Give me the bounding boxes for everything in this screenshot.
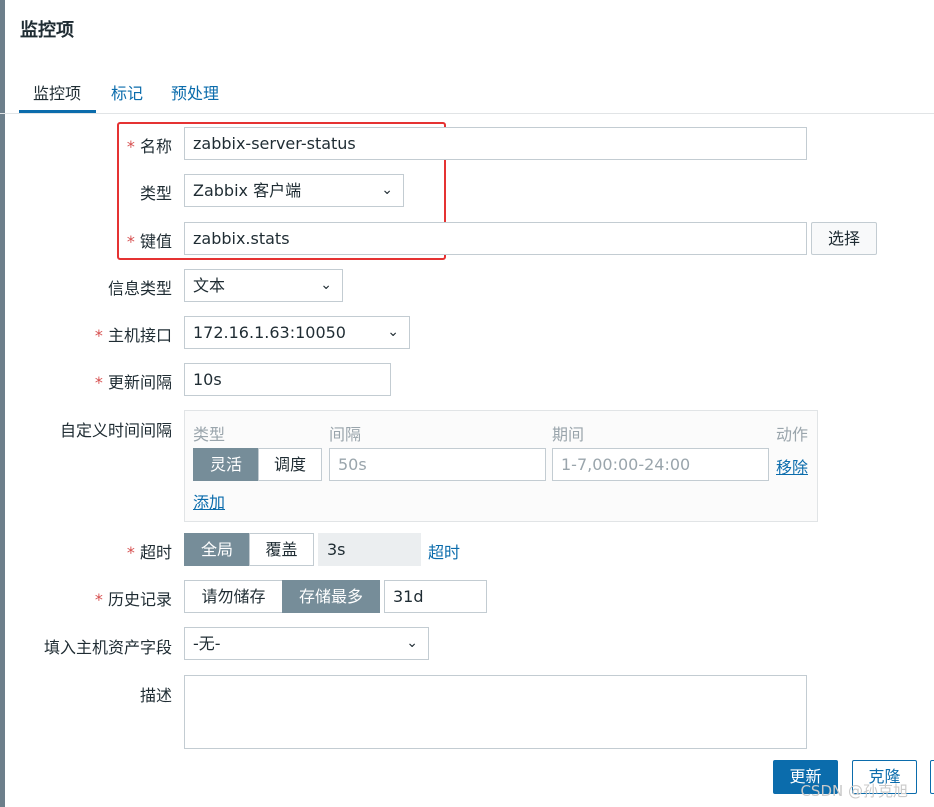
- chevron-down-icon: ⌄: [387, 324, 399, 340]
- timeout-override-toggle[interactable]: 覆盖: [249, 533, 314, 566]
- inventory-value: -无-: [193, 634, 221, 653]
- interval-input[interactable]: 50s: [329, 448, 546, 481]
- chevron-down-icon: ⌄: [320, 277, 332, 293]
- info-type-select[interactable]: 文本 ⌄: [184, 269, 343, 302]
- active-tab-indicator: [19, 110, 96, 113]
- more-button-partial[interactable]: [930, 760, 934, 794]
- name-input[interactable]: zabbix-server-status: [184, 127, 807, 160]
- type-label: 类型: [139, 184, 172, 203]
- timeout-link[interactable]: 超时: [428, 539, 460, 563]
- timeout-global-toggle[interactable]: 全局: [184, 533, 250, 566]
- header-action: 动作: [776, 425, 809, 444]
- info-type-value: 文本: [193, 276, 226, 295]
- inventory-label: 填入主机资产字段: [43, 638, 172, 657]
- custom-intervals-label: 自定义时间间隔: [59, 421, 172, 440]
- page-title: 监控项: [20, 20, 74, 41]
- header-interval: 间隔: [329, 425, 362, 444]
- history-value-input[interactable]: 31d: [384, 580, 487, 613]
- timeout-value-input[interactable]: 3s: [318, 533, 421, 566]
- tab-bar: 监控项 标记 预处理: [0, 68, 934, 114]
- history-do-not-store-toggle[interactable]: 请勿储存: [184, 580, 283, 613]
- left-edge-strip: [0, 0, 5, 807]
- key-label: 键值: [22, 228, 172, 252]
- update-interval-input[interactable]: 10s: [184, 363, 391, 396]
- chevron-down-icon: ⌄: [406, 635, 418, 651]
- host-interface-label: 主机接口: [22, 322, 172, 346]
- custom-intervals-table: 类型 间隔 期间 动作 灵活 调度 50s 1-7,00:00-24:00 移除…: [184, 410, 818, 522]
- update-interval-label: 更新间隔: [22, 369, 172, 393]
- history-label: 历史记录: [22, 586, 172, 610]
- watermark: CSDN @孙克旭: [800, 782, 908, 800]
- host-interface-select[interactable]: 172.16.1.63:10050 ⌄: [184, 316, 410, 349]
- type-select[interactable]: Zabbix 客户端 ⌄: [184, 174, 404, 207]
- add-interval-link[interactable]: 添加: [193, 489, 225, 513]
- flexible-toggle[interactable]: 灵活: [193, 448, 259, 481]
- period-input[interactable]: 1-7,00:00-24:00: [552, 448, 769, 481]
- tab-preprocessing[interactable]: 预处理: [171, 80, 219, 104]
- scheduling-toggle[interactable]: 调度: [258, 448, 322, 481]
- host-interface-value: 172.16.1.63:10050: [193, 323, 346, 342]
- select-key-button[interactable]: 选择: [811, 222, 877, 255]
- info-type-label: 信息类型: [107, 279, 172, 298]
- header-type: 类型: [193, 425, 226, 444]
- remove-link[interactable]: 移除: [776, 454, 808, 478]
- timeout-label: 超时: [22, 539, 172, 563]
- tab-tags[interactable]: 标记: [111, 80, 143, 104]
- key-input[interactable]: zabbix.stats: [184, 222, 807, 255]
- header-period: 期间: [552, 425, 585, 444]
- name-label: 名称: [22, 133, 172, 157]
- chevron-down-icon: ⌄: [381, 182, 393, 198]
- description-label: 描述: [139, 686, 172, 705]
- inventory-select[interactable]: -无- ⌄: [184, 627, 429, 660]
- history-store-up-to-toggle[interactable]: 存储最多: [282, 580, 380, 613]
- description-textarea[interactable]: [184, 675, 807, 749]
- type-select-value: Zabbix 客户端: [193, 181, 302, 200]
- tab-item[interactable]: 监控项: [33, 80, 81, 104]
